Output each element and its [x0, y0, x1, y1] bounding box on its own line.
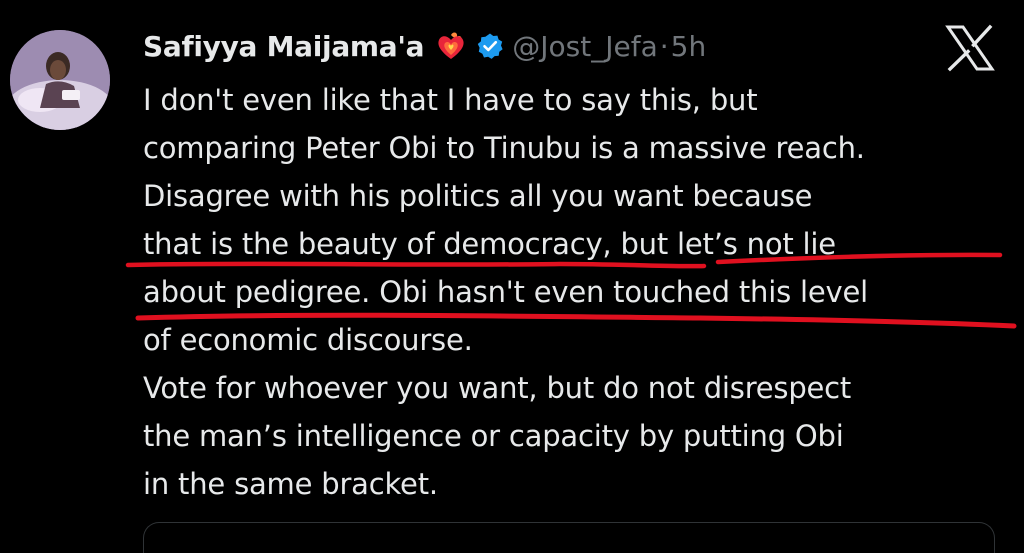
author-handle[interactable]: @Jost_Jefa [512, 30, 657, 63]
avatar[interactable] [10, 30, 110, 130]
tweet-text-line: Disagree with his politics all you want … [143, 179, 813, 213]
tweet-text-line: about pedigree. Obi hasn't even touched … [143, 275, 868, 309]
x-logo-icon [944, 24, 996, 72]
tweet-text-line: comparing Peter Obi to Tinubu is a massi… [143, 131, 865, 165]
tweet-text-line: that is the beauty of democracy, but let… [143, 227, 836, 261]
tweet-text-line: Vote for whoever you want, but do not di… [143, 371, 852, 405]
tweet-text: I don't even like that I have to say thi… [143, 76, 1013, 508]
author-name[interactable]: Safiyya Maijama'a [143, 30, 425, 63]
tweet-text-line: I don't even like that I have to say thi… [143, 83, 758, 117]
avatar-image [10, 30, 110, 130]
tweet-text-line: in the same bracket. [143, 467, 438, 501]
tweet[interactable]: Safiyya Maijama'a @Jost_Jefa · 5h I don'… [0, 0, 1024, 553]
separator-dot: · [659, 29, 669, 63]
heart-on-fire-icon [434, 29, 468, 63]
tweet-text-line: of economic discourse. [143, 323, 473, 357]
quoted-card[interactable] [143, 522, 995, 553]
tweet-header: Safiyya Maijama'a @Jost_Jefa · 5h [143, 24, 706, 68]
verified-badge-icon [476, 32, 504, 60]
timestamp[interactable]: 5h [671, 30, 707, 63]
tweet-text-line: the man’s intelligence or capacity by pu… [143, 419, 844, 453]
